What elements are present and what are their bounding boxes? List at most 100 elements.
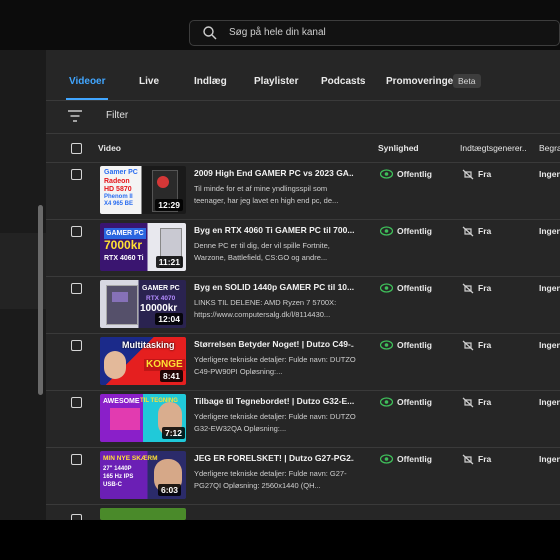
column-header-visibility[interactable]: Synlighed [378,143,419,153]
filter-input[interactable]: Filter [106,110,128,121]
visibility-label: Offentlig [397,283,432,293]
table-row[interactable]: Multitasking KONGE 8:41 Størrelsen Betyd… [46,334,560,391]
video-thumbnail[interactable]: AWESOME TIL TEGNING 7:12 [100,394,186,442]
monetization-label: Fra [478,454,492,464]
monetization-label: Fra [478,169,492,179]
select-all-checkbox[interactable] [71,143,82,154]
monetization-status[interactable]: Fra [462,283,491,296]
monetization-status[interactable]: Fra [462,397,491,410]
video-thumbnail[interactable]: GAMER PC 7000kr RTX 4060 Ti 11:21 [100,223,186,271]
row-checkbox[interactable] [71,454,82,465]
content-panel: Videoer Live Indlæg Playlister Podcasts … [46,50,560,525]
thumbnail-text: Gamer PC [104,169,138,176]
tab-podcasts[interactable]: Podcasts [321,76,365,87]
column-header-restrictions[interactable]: Begræ [539,143,560,153]
monetization-label: Fra [478,226,492,236]
tab-videos[interactable]: Videoer [69,76,106,87]
top-bar: Søg på hele din kanal [0,0,560,50]
video-description: LINKS TIL DELENE: AMD Ryzen 7 5700X: htt… [194,298,337,319]
monetization-status[interactable]: Fra [462,169,491,182]
video-duration: 7:12 [162,427,186,439]
column-header-video: Video [98,143,121,153]
eye-icon [380,454,393,464]
video-duration: 12:29 [155,199,183,211]
video-thumbnail[interactable]: GAMER PC RTX 4070 10000kr 12:04 [100,280,186,328]
tab-playlists[interactable]: Playlister [254,76,298,87]
column-header-monetization[interactable]: Indtægtsgenerer... [460,143,526,153]
restriction-label: Ingen [539,340,560,350]
monetization-off-icon [462,454,474,465]
table-row[interactable]: MIN NYE SKÆRM 27" 1440P 165 Hz IPS USB-C… [46,448,560,505]
filter-bar: Filter [46,101,560,134]
video-description: Yderligere tekniske detaljer: Fulde navn… [194,469,347,490]
video-title[interactable]: Størrelsen Betyder Noget! | Dutzo C49-..… [194,339,354,349]
visibility-label: Offentlig [397,169,432,179]
row-checkbox[interactable] [71,340,82,351]
eye-icon [380,283,393,293]
visibility-label: Offentlig [397,340,432,350]
video-title[interactable]: Byg en SOLID 1440p GAMER PC til 10... [194,282,354,292]
video-description: Denne PC er til dig, der vil spille Fort… [194,241,330,262]
monetization-status[interactable]: Fra [462,340,491,353]
thumbnail-text: Multitasking [122,340,175,350]
monetization-off-icon [462,340,474,351]
thumbnail-text: X4 965 BE [104,201,134,207]
monetization-off-icon [462,283,474,294]
thumbnail-text: RTX 4060 Ti [104,255,144,262]
video-description: Yderligere tekniske detaljer: Fulde navn… [194,355,356,376]
search-icon [203,26,217,40]
restriction-label: Ingen [539,283,560,293]
eye-icon [380,169,393,179]
filter-icon[interactable] [68,110,82,122]
tab-live[interactable]: Live [139,76,159,87]
sidebar-scrollbar[interactable] [38,205,43,395]
row-checkbox[interactable] [71,397,82,408]
channel-search-box[interactable]: Søg på hele din kanal [189,20,560,46]
video-description: Til minde for et af mine yndlingsspil so… [194,184,339,205]
monetization-status[interactable]: Fra [462,226,491,239]
restriction-label: Ingen [539,226,560,236]
table-header: Video Synlighed Indtægtsgenerer... Begræ [46,134,560,163]
monetization-label: Fra [478,283,492,293]
row-checkbox[interactable] [71,226,82,237]
monetization-status[interactable]: Fra [462,454,491,467]
visibility-label: Offentlig [397,397,432,407]
tab-posts[interactable]: Indlæg [194,76,227,87]
thumbnail-text: GAMER PC [142,285,180,292]
monetization-off-icon [462,226,474,237]
video-thumbnail[interactable] [100,508,186,520]
video-title[interactable]: JEG ER FORELSKET! | Dutzo G27-PG2... [194,453,354,463]
video-duration: 8:41 [159,370,183,382]
active-tab-indicator [66,98,108,100]
video-duration: 6:03 [158,484,182,496]
video-thumbnail[interactable]: MIN NYE SKÆRM 27" 1440P 165 Hz IPS USB-C… [100,451,186,499]
row-checkbox[interactable] [71,283,82,294]
monetization-label: Fra [478,340,492,350]
table-row[interactable]: GAMER PC 7000kr RTX 4060 Ti 11:21 Byg en… [46,220,560,277]
video-duration: 11:21 [155,256,183,268]
video-duration: 12:04 [155,313,183,325]
video-title[interactable]: Byg en RTX 4060 Ti GAMER PC til 700... [194,225,354,235]
restriction-label: Ingen [539,454,560,464]
video-description: Yderligere tekniske detaljer: Fulde navn… [194,412,356,433]
eye-icon [380,397,393,407]
visibility-label: Offentlig [397,454,432,464]
tab-promotions[interactable]: Promoveringer [386,76,457,87]
table-row[interactable]: AWESOME TIL TEGNING 7:12 Tilbage til Teg… [46,391,560,448]
video-thumbnail[interactable]: Gamer PC Radeon HD 5870 Phenom II X4 965… [100,166,186,214]
search-input[interactable]: Søg på hele din kanal [229,27,326,38]
eye-icon [380,340,393,350]
video-title[interactable]: 2009 High End GAMER PC vs 2023 GA... [194,168,354,178]
table-row[interactable] [46,505,560,525]
thumbnail-text: USB-C [103,482,122,488]
tab-bar: Videoer Live Indlæg Playlister Podcasts … [46,50,560,101]
table-row[interactable]: Gamer PC Radeon HD 5870 Phenom II X4 965… [46,163,560,220]
left-sidebar [0,50,46,520]
table-row[interactable]: GAMER PC RTX 4070 10000kr 12:04 Byg en S… [46,277,560,334]
restriction-label: Ingen [539,397,560,407]
monetization-off-icon [462,397,474,408]
row-checkbox[interactable] [71,169,82,180]
thumbnail-text: MIN NYE SKÆRM [103,455,158,462]
video-thumbnail[interactable]: Multitasking KONGE 8:41 [100,337,186,385]
video-title[interactable]: Tilbage til Tegnebordet! | Dutzo G32-E..… [194,396,354,406]
